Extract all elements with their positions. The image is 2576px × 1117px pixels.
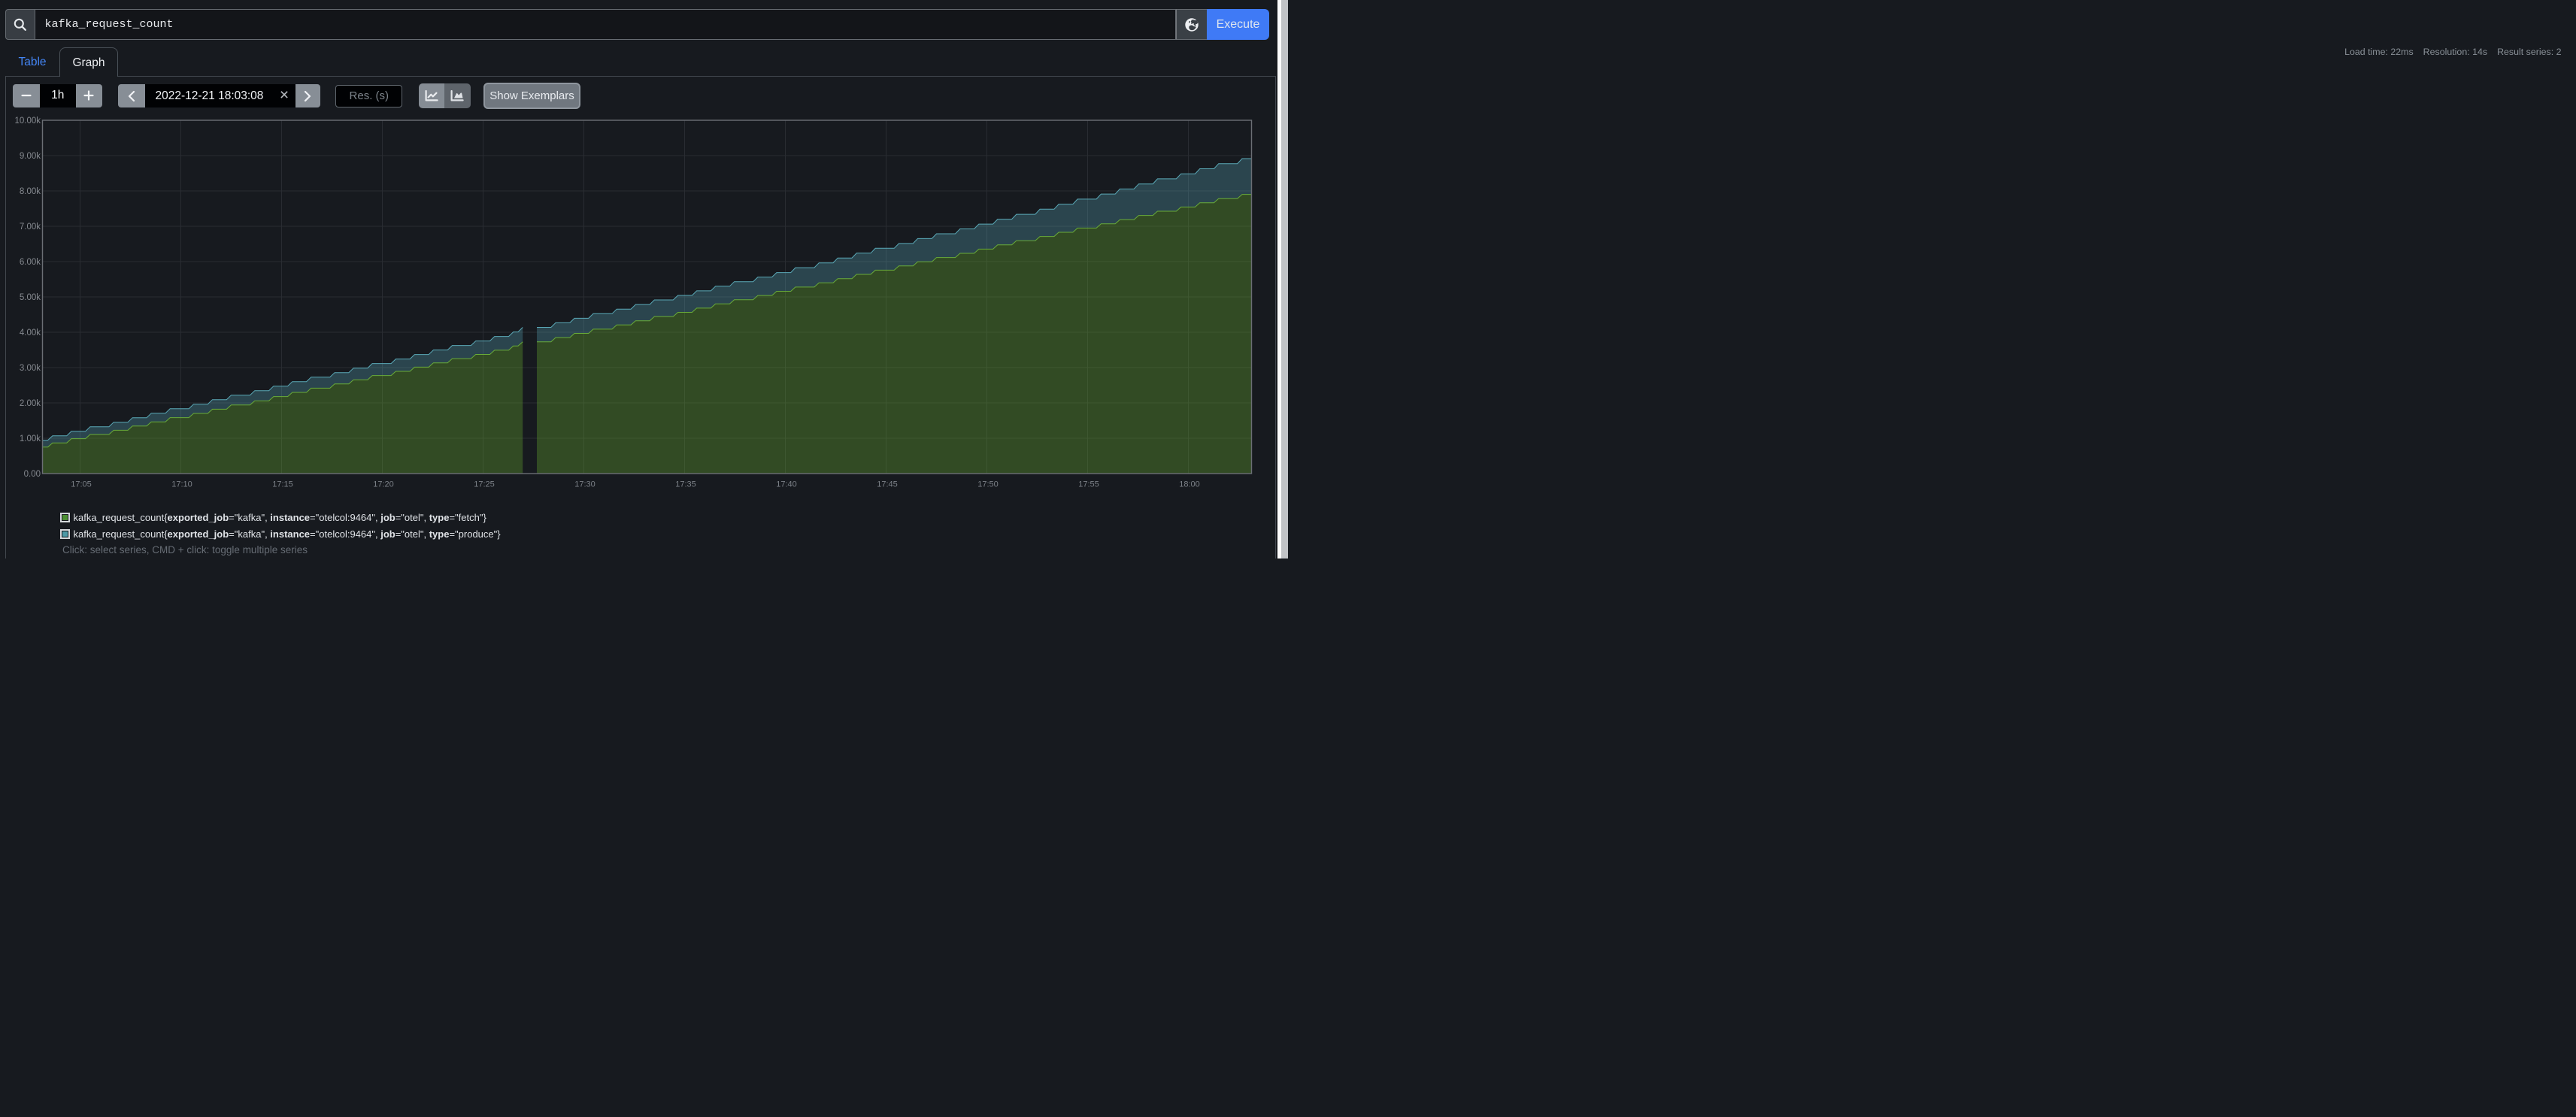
svg-text:17:40: 17:40 <box>776 480 797 489</box>
svg-text:9.00k: 9.00k <box>20 152 41 161</box>
svg-text:17:25: 17:25 <box>474 480 495 489</box>
svg-text:17:30: 17:30 <box>574 480 596 489</box>
svg-text:3.00k: 3.00k <box>20 364 41 373</box>
svg-text:17:55: 17:55 <box>1078 480 1099 489</box>
svg-text:0.00: 0.00 <box>24 470 41 479</box>
svg-text:10.00k: 10.00k <box>14 117 41 126</box>
svg-text:17:20: 17:20 <box>373 480 394 489</box>
svg-text:17:10: 17:10 <box>171 480 192 489</box>
svg-text:17:35: 17:35 <box>675 480 696 489</box>
svg-text:17:50: 17:50 <box>977 480 999 489</box>
svg-text:2.00k: 2.00k <box>20 399 41 408</box>
svg-text:6.00k: 6.00k <box>20 258 41 267</box>
svg-text:1.00k: 1.00k <box>20 434 41 443</box>
svg-text:8.00k: 8.00k <box>20 187 41 196</box>
svg-text:4.00k: 4.00k <box>20 328 41 338</box>
svg-text:17:45: 17:45 <box>877 480 898 489</box>
svg-text:18:00: 18:00 <box>1179 480 1200 489</box>
svg-text:7.00k: 7.00k <box>20 222 41 232</box>
svg-text:17:05: 17:05 <box>71 480 92 489</box>
svg-text:5.00k: 5.00k <box>20 293 41 302</box>
svg-text:17:15: 17:15 <box>272 480 293 489</box>
